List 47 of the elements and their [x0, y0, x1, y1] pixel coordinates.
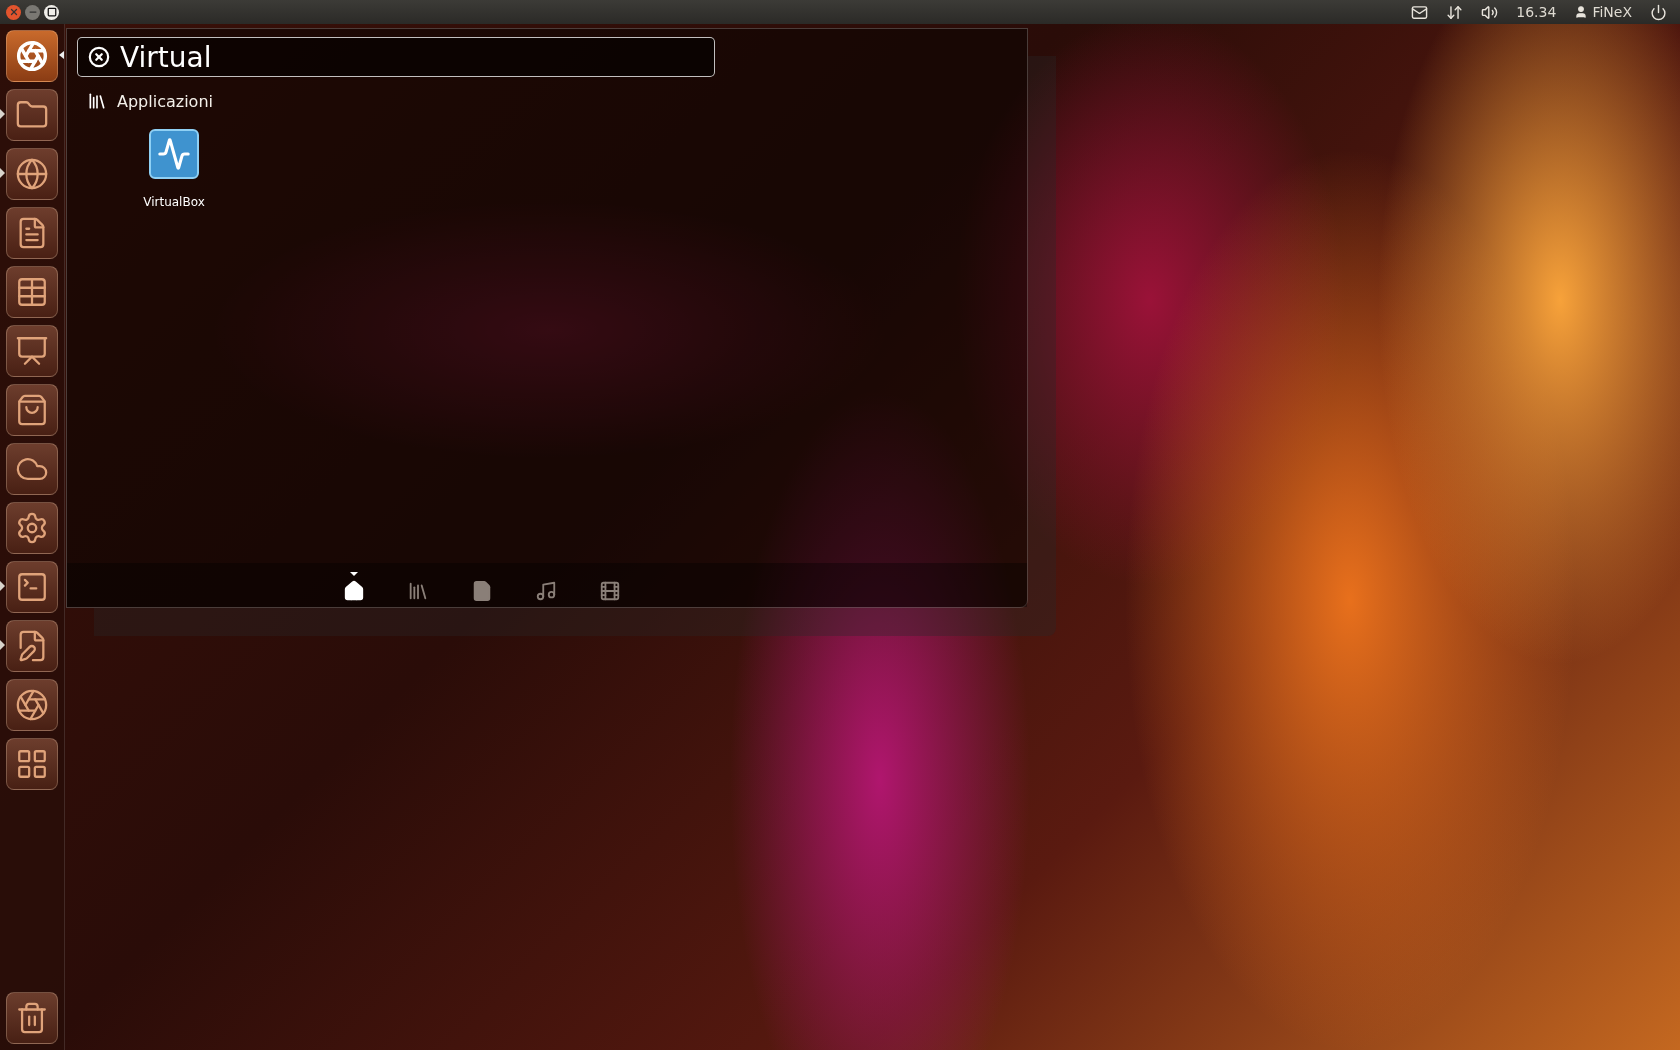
volume-icon[interactable]	[1481, 3, 1499, 21]
launcher-item[interactable]	[6, 620, 58, 672]
launcher-item[interactable]	[6, 443, 58, 495]
clock-time[interactable]: 16.34	[1516, 4, 1557, 20]
film-icon	[599, 580, 621, 602]
power-icon[interactable]	[1650, 3, 1667, 21]
launcher-item[interactable]	[6, 325, 58, 377]
search-field[interactable]: Virtual	[120, 40, 704, 74]
file-icon	[471, 580, 493, 602]
music-note-icon	[535, 580, 557, 602]
launcher-item[interactable]	[6, 89, 58, 141]
category-title: Applicazioni	[117, 91, 213, 111]
launcher-item[interactable]	[6, 148, 58, 200]
active-indicator-icon	[59, 51, 64, 59]
close-icon	[8, 7, 19, 17]
terminal-icon	[15, 570, 49, 604]
trash-icon	[15, 1001, 49, 1035]
home-icon	[343, 580, 365, 602]
square-icon	[46, 7, 57, 17]
monitor-wave-icon	[149, 129, 199, 179]
spreadsheet-icon	[15, 275, 49, 309]
app-result[interactable]: VirtualBox	[119, 129, 229, 209]
globe-icon	[15, 157, 49, 191]
maximize-button[interactable]	[44, 4, 59, 20]
launcher-item[interactable]	[6, 561, 58, 613]
network-icon[interactable]	[1446, 3, 1464, 21]
user-icon	[1574, 5, 1589, 19]
selected-marker-icon	[350, 572, 358, 576]
launcher-item[interactable]	[6, 384, 58, 436]
mail-icon[interactable]	[1411, 3, 1429, 21]
aperture-icon	[15, 688, 49, 722]
close-button[interactable]	[6, 4, 21, 20]
launcher-item[interactable]	[6, 30, 58, 82]
clear-search-icon[interactable]	[88, 46, 110, 68]
workspaces-grid-icon	[15, 747, 49, 781]
user-name[interactable]: FiNeX	[1592, 4, 1632, 20]
applications-icon	[87, 91, 107, 111]
shopping-bag-icon	[15, 393, 49, 427]
presentation-icon	[15, 334, 49, 368]
applications-icon	[407, 580, 429, 602]
search-box[interactable]: Virtual	[77, 37, 715, 77]
launcher-item[interactable]	[6, 679, 58, 731]
launcher-item[interactable]	[6, 207, 58, 259]
launcher-item[interactable]	[6, 502, 58, 554]
launcher-item[interactable]	[6, 738, 58, 790]
trash-launcher-item[interactable]	[6, 992, 58, 1044]
launcher-item[interactable]	[6, 266, 58, 318]
